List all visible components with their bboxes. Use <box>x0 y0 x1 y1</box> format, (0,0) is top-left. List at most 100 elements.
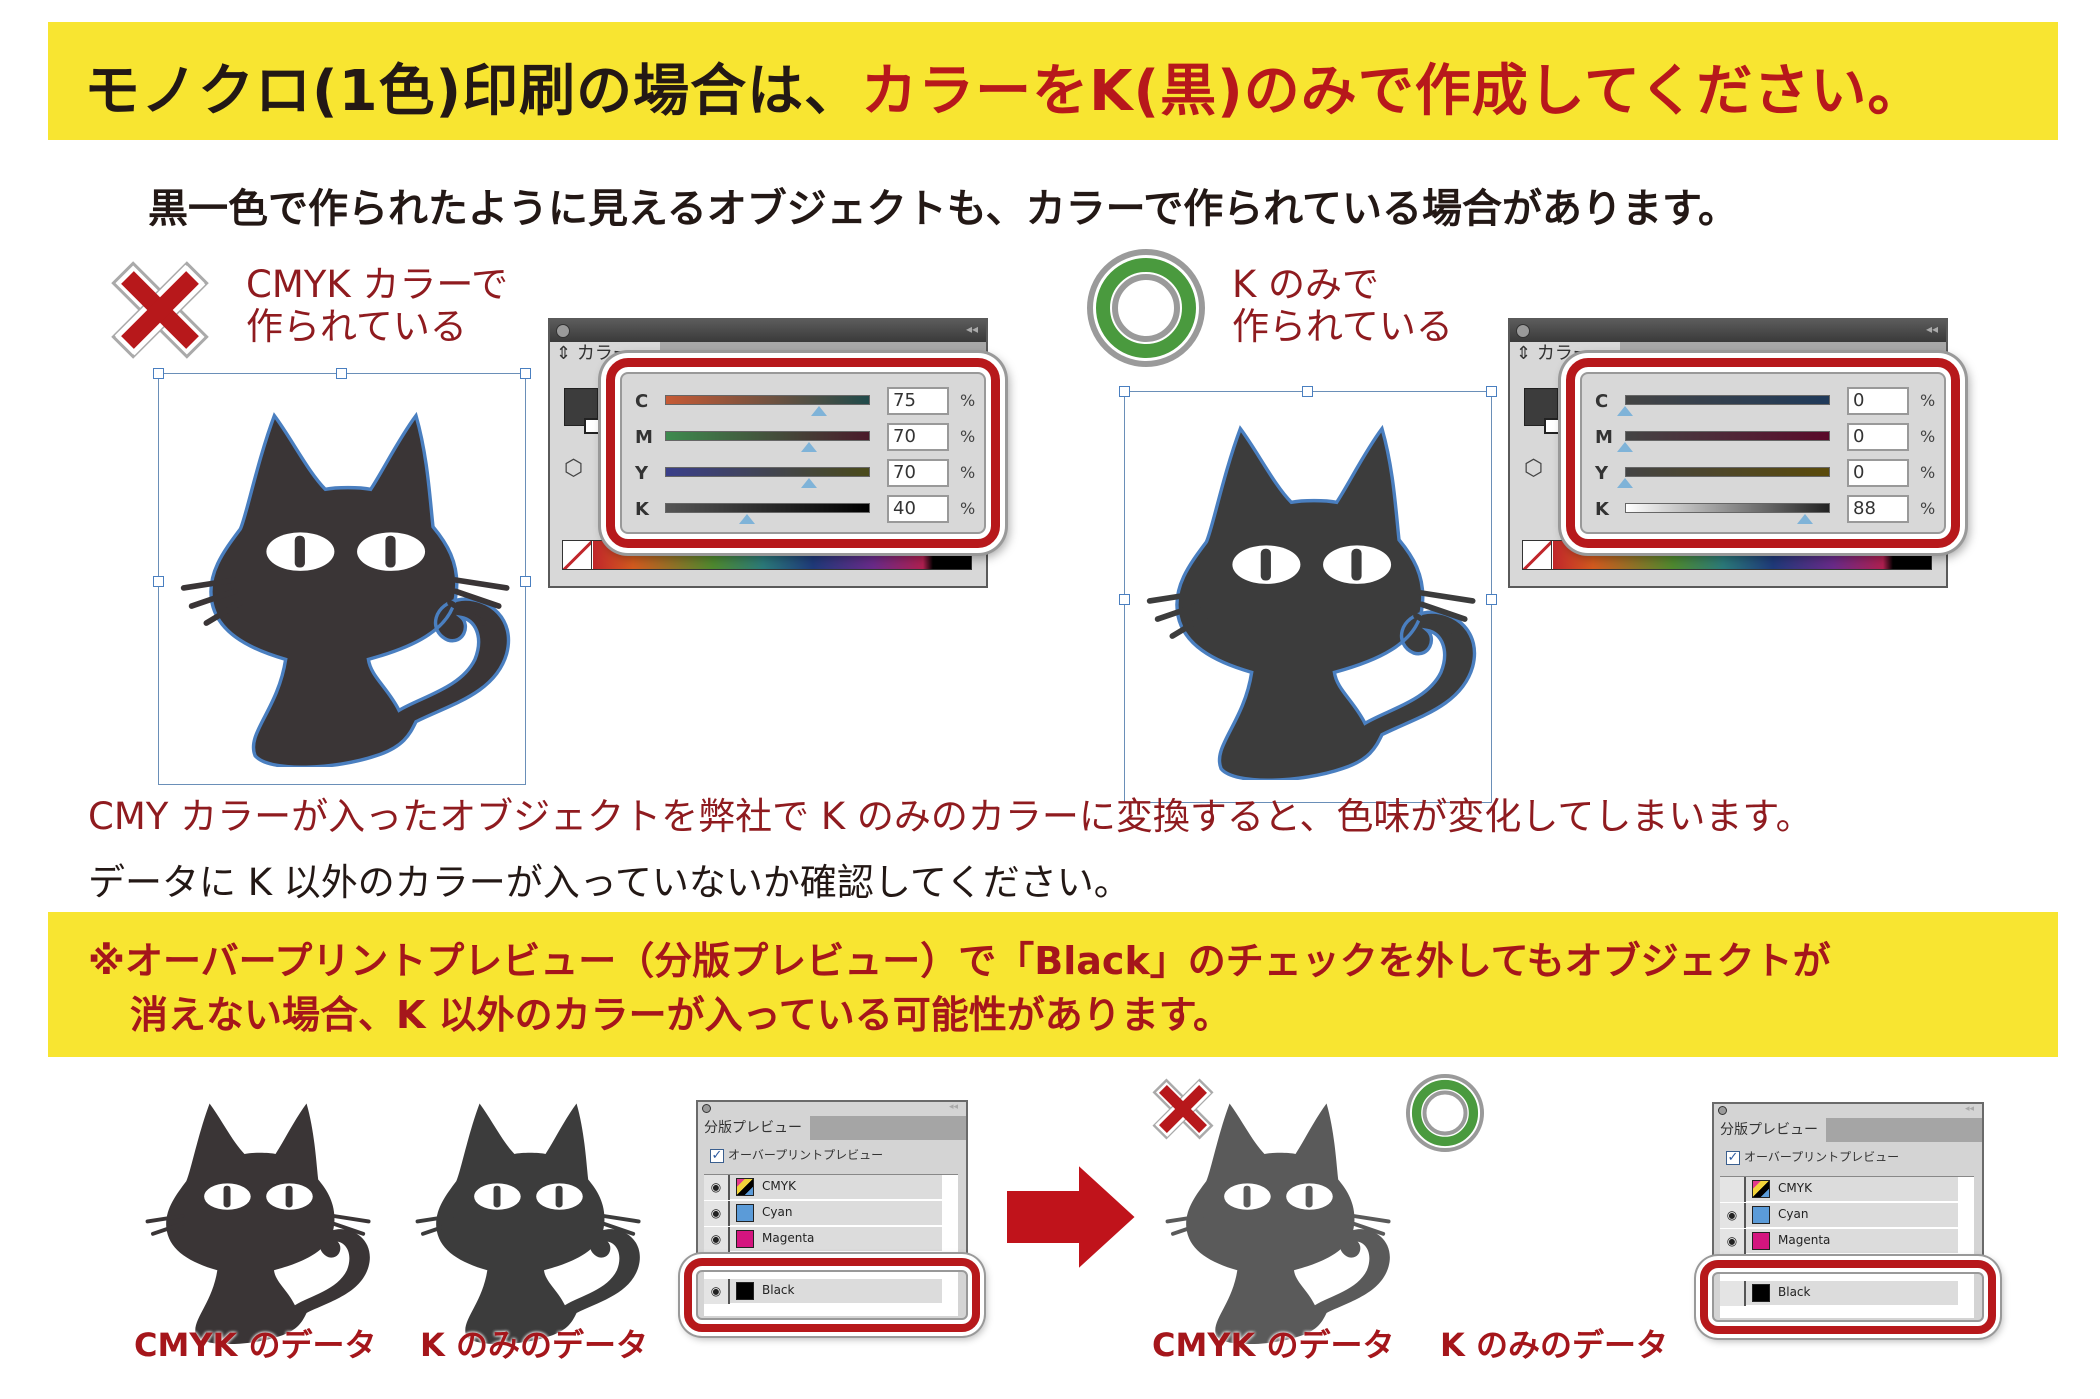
panel-titlebar[interactable]: ◂◂ <box>698 1102 966 1116</box>
slider-track[interactable] <box>665 503 870 513</box>
slider-thumb[interactable] <box>1617 442 1633 452</box>
percent-unit: % <box>1920 391 1936 410</box>
channel-label: K <box>635 499 649 520</box>
row-name: CMYK <box>762 1179 796 1193</box>
selection-handle[interactable] <box>520 576 531 587</box>
bad-label-line2: 作られている <box>246 305 467 348</box>
selection-handle[interactable] <box>1119 386 1130 397</box>
slider-thumb[interactable] <box>800 442 817 452</box>
eye-icon[interactable]: ◉ <box>1720 1229 1746 1254</box>
slider-thumb[interactable] <box>800 478 817 488</box>
slider-k[interactable]: K 40 % <box>635 495 995 531</box>
slider-thumb[interactable] <box>1617 406 1633 416</box>
eye-icon[interactable]: ◉ <box>1720 1203 1746 1228</box>
separations-tab[interactable]: 分版プレビュー <box>698 1116 810 1140</box>
separation-row-cyan[interactable]: ◉ Cyan <box>704 1201 942 1226</box>
caption-k-only-data-after: K のみのデータ <box>1440 1326 1668 1364</box>
slider-track[interactable] <box>665 395 870 405</box>
value-input[interactable]: 70 <box>887 459 949 487</box>
slider-y[interactable]: Y 0 % <box>1595 459 1955 495</box>
slider-thumb[interactable] <box>1797 514 1814 524</box>
slider-thumb[interactable] <box>810 406 827 416</box>
panel-titlebar[interactable]: ◂◂ <box>550 320 986 342</box>
selection-handle[interactable] <box>153 368 164 379</box>
close-button[interactable] <box>1718 1106 1727 1115</box>
slider-track[interactable] <box>1625 503 1830 513</box>
percent-unit: % <box>960 427 976 446</box>
slider-c[interactable]: C 0 % <box>1595 387 1955 423</box>
slider-track[interactable] <box>665 467 870 477</box>
slider-k[interactable]: K 88 % <box>1595 495 1955 531</box>
close-button[interactable] <box>1516 324 1530 338</box>
slider-thumb[interactable] <box>739 514 755 524</box>
separation-row-magenta[interactable]: ◉ Magenta <box>704 1227 942 1252</box>
slider-c[interactable]: C 75 % <box>635 387 995 423</box>
checkbox-checked[interactable]: ✓ <box>1726 1150 1740 1165</box>
collapse-icon[interactable]: ◂◂ <box>949 1102 958 1112</box>
value-input[interactable]: 88 <box>1847 495 1909 523</box>
slider-track[interactable] <box>1625 431 1830 441</box>
selection-handle[interactable] <box>520 368 531 379</box>
overprint-preview-checkbox[interactable]: ✓ オーバープリントプレビュー <box>1726 1148 1899 1165</box>
value-input[interactable]: 0 <box>1847 459 1909 487</box>
separations-tab[interactable]: 分版プレビュー <box>1714 1118 1826 1142</box>
percent-unit: % <box>1920 463 1936 482</box>
selection-handle[interactable] <box>153 576 164 587</box>
row-name: Cyan <box>1778 1207 1809 1221</box>
eye-icon[interactable]: ◉ <box>704 1175 730 1200</box>
checkbox-checked[interactable]: ✓ <box>710 1148 724 1163</box>
slider-thumb[interactable] <box>1617 478 1633 488</box>
k-only-cat-preview <box>415 1088 641 1344</box>
double-circle-icon <box>1087 249 1205 367</box>
overprint-preview-checkbox[interactable]: ✓ オーバープリントプレビュー <box>710 1146 883 1163</box>
collapse-icon[interactable]: ◂◂ <box>966 322 978 336</box>
out-of-gamut-cube-icon: ⬡ <box>1524 456 1544 481</box>
cat-illustration <box>1146 393 1484 793</box>
good-label-line2: 作られている <box>1232 305 1453 348</box>
k-only-cat-object[interactable] <box>1119 386 1497 808</box>
close-button[interactable] <box>556 324 570 338</box>
slider-m[interactable]: M 0 % <box>1595 423 1955 459</box>
value-input[interactable]: 70 <box>887 423 949 451</box>
row-name: Magenta <box>762 1231 815 1245</box>
value-input[interactable]: 75 <box>887 387 949 415</box>
stroke-swatch[interactable] <box>584 418 600 434</box>
eye-toggle-off[interactable] <box>1720 1177 1746 1202</box>
eye-icon[interactable]: ◉ <box>704 1227 730 1252</box>
note-line-1: ※オーバープリントプレビュー（分版プレビュー）で「Black」のチェックを外して… <box>88 939 1831 983</box>
slider-y[interactable]: Y 70 % <box>635 459 995 495</box>
selection-handle[interactable] <box>1486 594 1497 605</box>
cross-mark-icon <box>111 261 209 359</box>
row-name: CMYK <box>1778 1181 1812 1195</box>
collapse-icon[interactable]: ◂◂ <box>1965 1104 1974 1114</box>
double-circle-icon <box>1405 1073 1485 1153</box>
slider-track[interactable] <box>1625 395 1830 405</box>
value-input[interactable]: 0 <box>1847 423 1909 451</box>
slider-track[interactable] <box>1625 467 1830 477</box>
separation-row-magenta[interactable]: ◉ Magenta <box>1720 1229 1958 1254</box>
none-color-swatch[interactable] <box>562 540 592 570</box>
separation-row-cmyk[interactable]: CMYK <box>1720 1177 1958 1202</box>
selection-handle[interactable] <box>1119 594 1130 605</box>
eye-icon[interactable]: ◉ <box>704 1201 730 1226</box>
panel-titlebar[interactable]: ◂◂ <box>1714 1104 1982 1118</box>
separation-row-cyan[interactable]: ◉ Cyan <box>1720 1203 1958 1228</box>
separation-row-cmyk[interactable]: ◉ CMYK <box>704 1175 942 1200</box>
cmyk-cat-object[interactable] <box>153 368 531 790</box>
channel-label: K <box>1595 499 1609 520</box>
none-color-swatch[interactable] <box>1522 540 1552 570</box>
value-input[interactable]: 0 <box>1847 387 1909 415</box>
panel-titlebar[interactable]: ◂◂ <box>1510 320 1946 342</box>
note-line-2: 消えない場合、K 以外のカラーが入っている可能性があります。 <box>130 993 1231 1037</box>
collapse-icon[interactable]: ◂◂ <box>1926 322 1938 336</box>
stroke-swatch[interactable] <box>1544 418 1560 434</box>
close-button[interactable] <box>702 1104 711 1113</box>
value-input[interactable]: 40 <box>887 495 949 523</box>
slider-m[interactable]: M 70 % <box>635 423 995 459</box>
selection-handle[interactable] <box>1486 386 1497 397</box>
slider-track[interactable] <box>665 431 870 441</box>
k-sliders-highlight: C 0 % M 0 % Y 0 % K 88 % <box>1566 358 1960 548</box>
cat-illustration <box>180 375 518 785</box>
channel-label: M <box>1595 427 1613 448</box>
overprint-label: オーバープリントプレビュー <box>1744 1150 1900 1164</box>
